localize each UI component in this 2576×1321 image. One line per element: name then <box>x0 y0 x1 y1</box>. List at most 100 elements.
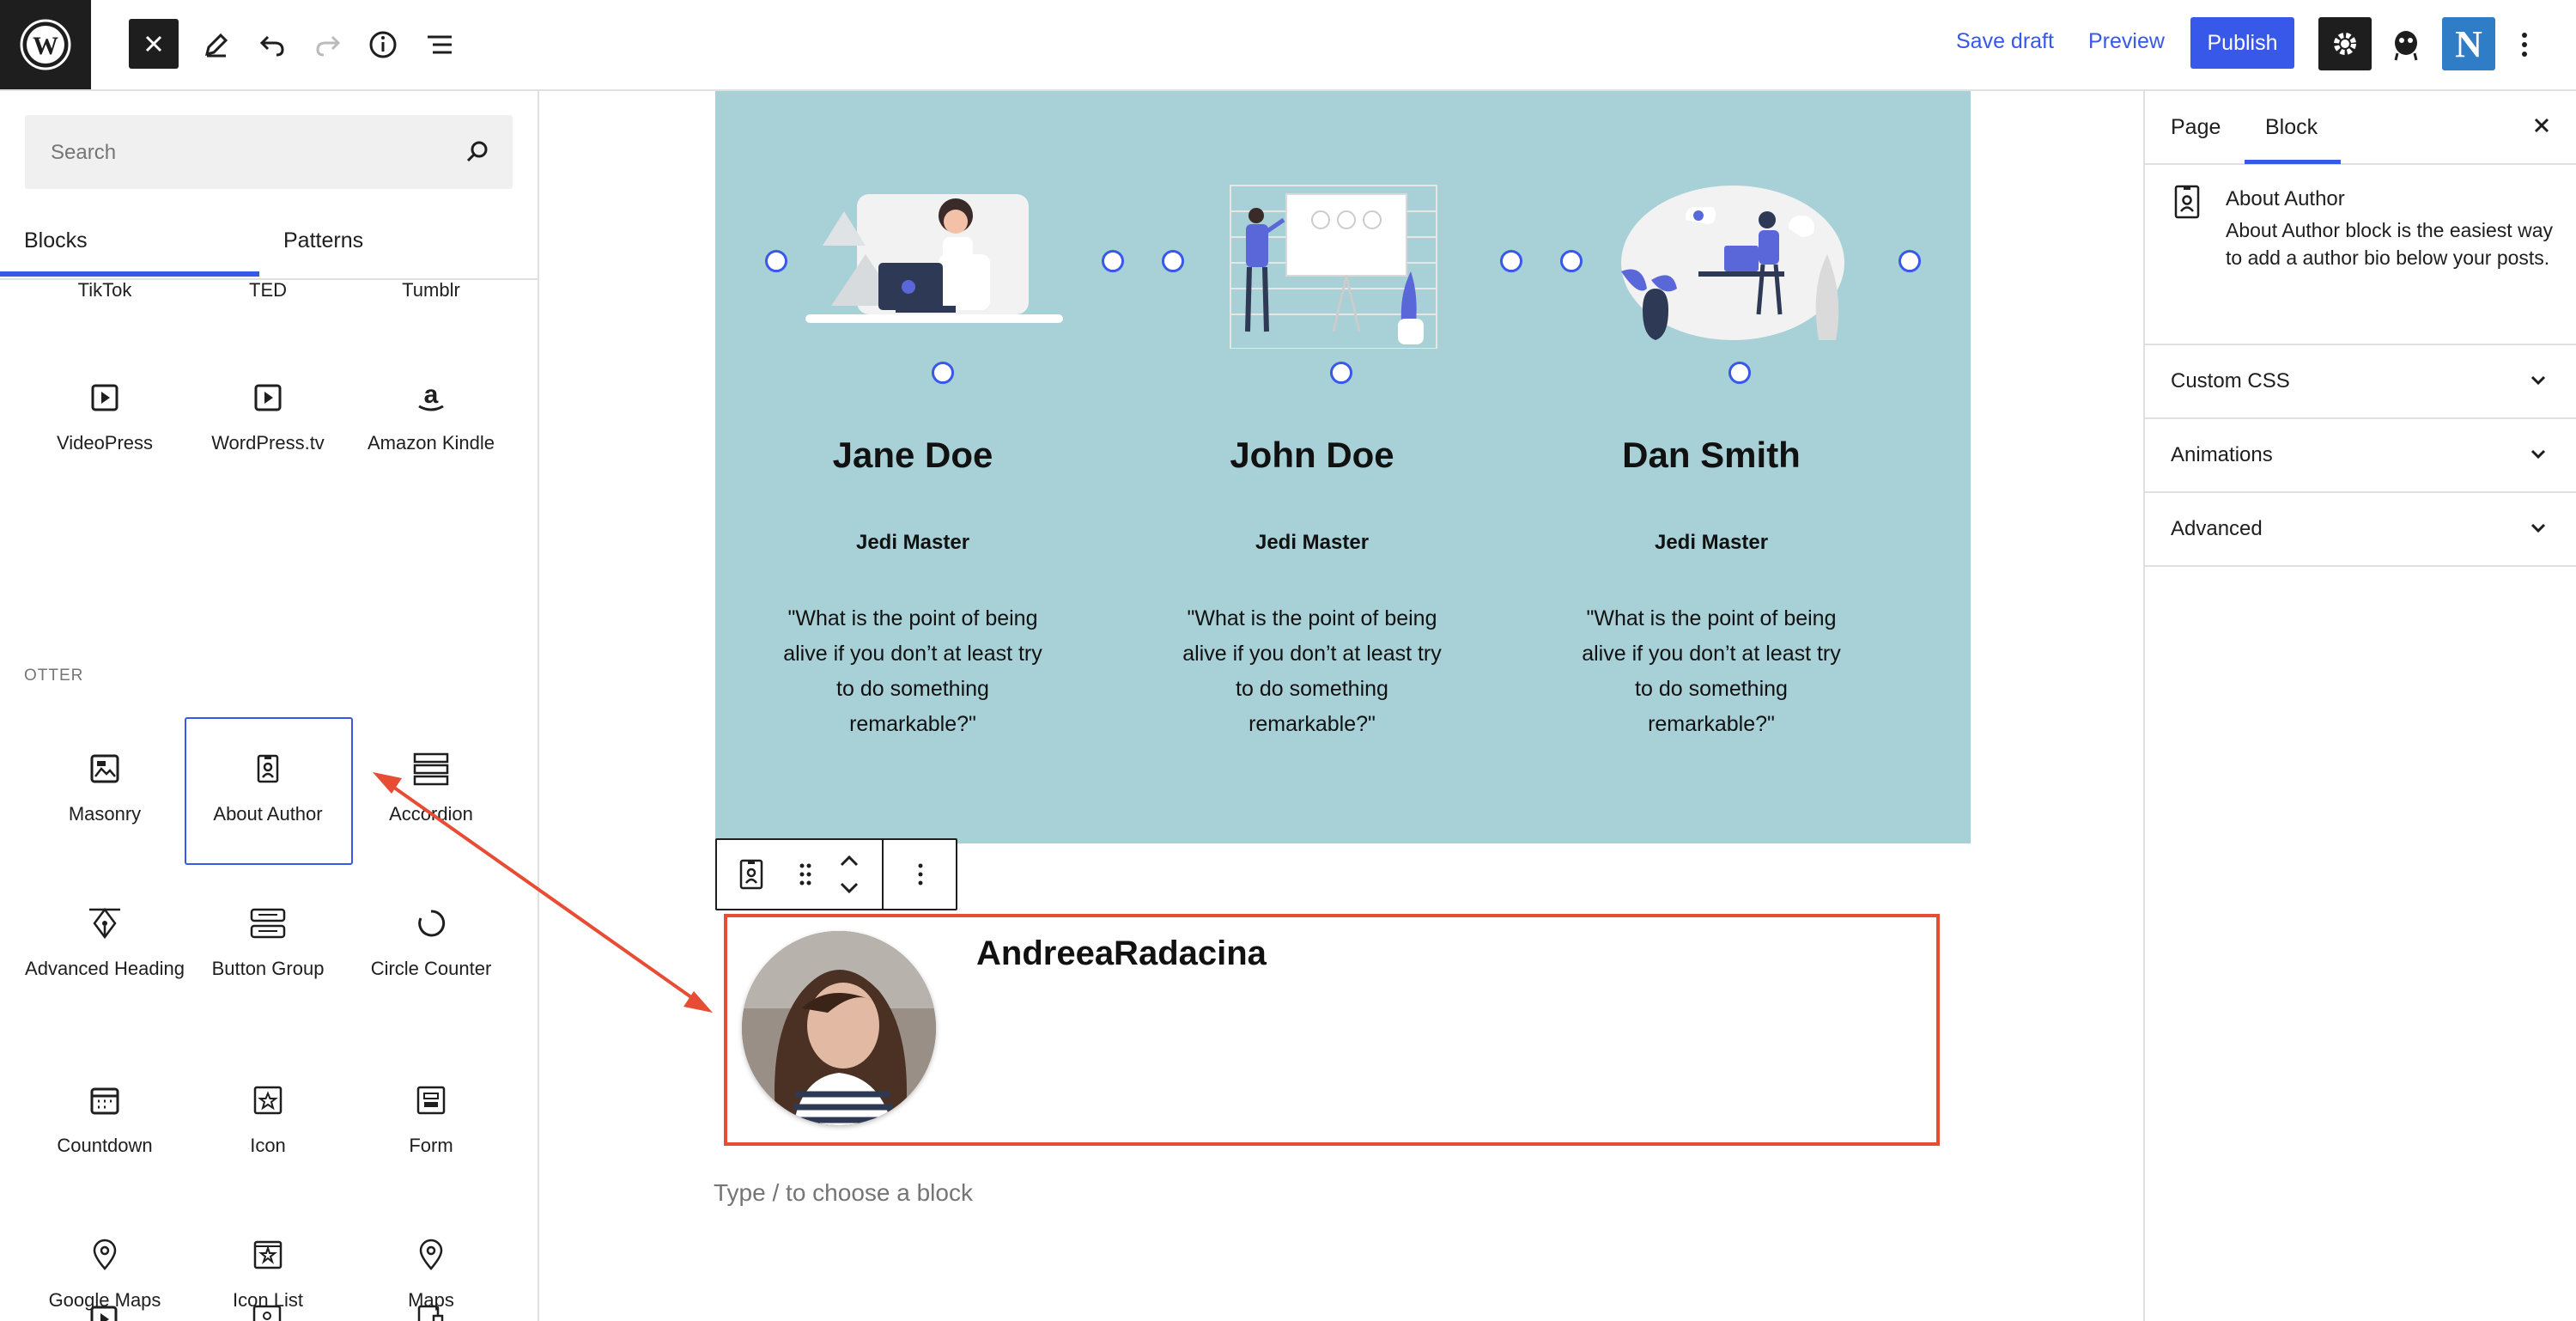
resize-handle[interactable] <box>1728 362 1751 384</box>
presenter-whiteboard-illustration <box>1230 185 1437 349</box>
settings-button[interactable] <box>2318 17 2372 70</box>
resize-handle[interactable] <box>1560 250 1583 272</box>
team-members-block[interactable]: Jane Doe Jedi Master "What is the point … <box>715 91 1971 843</box>
form-icon <box>416 1086 446 1115</box>
panel-animations[interactable]: Animations <box>2145 419 2576 493</box>
block-countdown[interactable]: Countdown <box>23 1079 186 1157</box>
editor-header: W Save draft Preview Publish N <box>0 0 2576 91</box>
options-button[interactable] <box>2497 17 2552 72</box>
member-role: Jedi Master <box>1654 531 1769 554</box>
tab-patterns[interactable]: Patterns <box>283 228 363 253</box>
block-label: TikTok <box>77 279 132 301</box>
block-type-button[interactable] <box>717 840 786 909</box>
tab-blocks[interactable]: Blocks <box>24 228 88 253</box>
resize-handle[interactable] <box>765 250 787 272</box>
block-ted[interactable]: TED <box>186 278 349 301</box>
undo-button[interactable] <box>245 17 300 72</box>
redo-button[interactable] <box>301 17 355 72</box>
calendar-icon <box>90 1087 119 1115</box>
member-quote: "What is the point of being alive if you… <box>1182 606 1442 736</box>
block-form[interactable]: Form <box>349 1079 513 1157</box>
block-amazon-kindle[interactable]: a Amazon Kindle <box>349 376 513 454</box>
button-group-icon <box>250 908 286 939</box>
block-wordpress-tv[interactable]: WordPress.tv <box>186 376 349 454</box>
resize-handle[interactable] <box>1162 250 1184 272</box>
block-maps[interactable]: Maps <box>349 1233 513 1312</box>
id-badge-icon <box>2174 185 2200 219</box>
block-card: About Author About Author block is the e… <box>2145 163 2576 345</box>
drag-handle[interactable] <box>786 840 825 909</box>
panel-advanced[interactable]: Advanced <box>2145 493 2576 567</box>
member-quote: "What is the point of being alive if you… <box>1582 606 1841 736</box>
more-vertical-icon <box>2522 33 2527 57</box>
move-down-button[interactable] <box>827 874 872 902</box>
block-label: Form <box>409 1135 453 1156</box>
member-quote: "What is the point of being alive if you… <box>783 606 1042 736</box>
details-button[interactable] <box>355 17 410 72</box>
resize-handle[interactable] <box>1102 250 1124 272</box>
block-masonry[interactable]: Masonry <box>23 747 186 825</box>
block-button-group[interactable]: Button Group <box>186 902 349 980</box>
block-advanced-heading[interactable]: Advanced Heading <box>23 902 186 980</box>
block-card-title: About Author <box>2226 187 2345 210</box>
woman-laptop-illustration <box>805 194 1063 323</box>
block-options-button[interactable] <box>885 840 956 909</box>
redo-icon <box>316 35 341 57</box>
block-accordion[interactable]: Accordion <box>349 747 513 825</box>
block-icon[interactable]: Icon <box>186 1079 349 1157</box>
id-badge-icon <box>739 859 763 890</box>
block-icon-list[interactable]: Icon List <box>186 1233 349 1312</box>
id-badge-icon <box>257 754 279 783</box>
panel-title: Animations <box>2171 443 2273 466</box>
tools-button[interactable] <box>189 17 244 72</box>
resize-handle[interactable] <box>1500 250 1522 272</box>
block-videopress[interactable]: VideoPress <box>23 376 186 454</box>
toolbar-divider <box>882 840 884 909</box>
about-author-block[interactable]: AndreeaRadacina <box>724 914 1940 1146</box>
tab-block[interactable]: Block <box>2265 115 2318 140</box>
resize-handle[interactable] <box>932 362 954 384</box>
resize-handle[interactable] <box>1899 250 1921 272</box>
otter-plugin-button[interactable] <box>2379 17 2433 72</box>
search-input[interactable]: Search <box>25 115 513 189</box>
wordpress-icon: W <box>20 19 71 70</box>
move-up-button[interactable] <box>827 847 872 874</box>
more-vertical-icon <box>918 863 923 886</box>
video-icon <box>91 384 118 411</box>
active-tab-indicator <box>0 271 259 277</box>
map-pin-icon <box>93 1239 117 1270</box>
block-label: About Author <box>213 803 323 825</box>
block-label: WordPress.tv <box>211 432 325 454</box>
neve-plugin-button[interactable]: N <box>2442 17 2495 70</box>
block-label: Accordion <box>389 803 473 825</box>
wordpress-logo-button[interactable]: W <box>0 0 91 89</box>
block-circle-counter[interactable]: Circle Counter <box>349 902 513 980</box>
list-view-button[interactable] <box>412 17 467 72</box>
preview-button[interactable]: Preview <box>2088 29 2165 54</box>
panel-title: Advanced <box>2171 517 2263 540</box>
block-toolbar <box>715 838 957 910</box>
block-about-author[interactable]: About Author <box>186 747 349 825</box>
resize-handle[interactable] <box>1330 362 1352 384</box>
block-tiktok[interactable]: TikTok <box>23 278 186 301</box>
close-icon[interactable] <box>2530 113 2554 137</box>
chevron-down-icon <box>2530 375 2546 386</box>
close-inserter-button[interactable] <box>129 19 179 69</box>
block-label: Advanced Heading <box>25 958 185 979</box>
save-draft-button[interactable]: Save draft <box>1956 29 2054 54</box>
publish-button[interactable]: Publish <box>2190 17 2294 69</box>
block-tumblr[interactable]: Tumblr <box>349 278 513 301</box>
sidebar-tabs: Page Block <box>2145 91 2576 165</box>
tab-page[interactable]: Page <box>2171 115 2221 140</box>
block-appender[interactable]: Type / to choose a block <box>714 1179 973 1207</box>
panel-custom-css[interactable]: Custom CSS <box>2145 345 2576 419</box>
author-photo <box>742 931 936 1125</box>
gallery-icon <box>90 754 119 783</box>
block-label: Tumblr <box>402 279 460 301</box>
chevron-down-icon <box>840 882 859 894</box>
man-desk-illustration <box>1621 186 1844 340</box>
block-label: Masonry <box>68 803 142 825</box>
block-google-maps[interactable]: Google Maps <box>23 1233 186 1312</box>
search-icon <box>466 141 488 162</box>
chevron-down-icon <box>2530 449 2546 460</box>
